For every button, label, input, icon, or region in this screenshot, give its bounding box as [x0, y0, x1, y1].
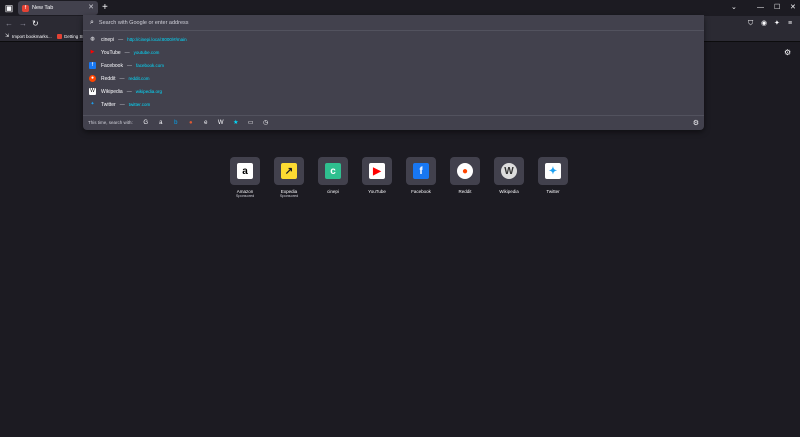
suggestion-url: youtube.com	[133, 50, 160, 55]
menu-icon[interactable]: ≡	[788, 19, 792, 29]
tab-strip: ▣ f New Tab ✕ + ⌄ — ☐ ✕	[0, 0, 800, 16]
search-input[interactable]	[98, 19, 499, 26]
topsite-label: cinepi	[327, 189, 339, 194]
bing-icon[interactable]: b	[172, 119, 180, 127]
suggestion-url: twitter.com	[128, 102, 151, 107]
suggestion-url: facebook.com	[135, 63, 164, 68]
topsite-twitter[interactable]: ✦ Twitter	[538, 157, 568, 201]
firefox-icon: f	[22, 4, 29, 12]
urlbar-panel: ⌕ ◍ cinepi — http://cinepi.local:8000/#/…	[83, 15, 704, 130]
topsite-label: Twitter	[546, 189, 560, 194]
separator: —	[118, 36, 124, 43]
tabs-icon[interactable]: ▭	[247, 119, 255, 127]
sponsored-label: Sponsored	[235, 194, 255, 198]
ebay-icon[interactable]: e	[202, 119, 210, 127]
separator: —	[126, 88, 132, 95]
reddit-icon: ●	[89, 75, 96, 82]
suggestion-row[interactable]: ◍ cinepi — http://cinepi.local:8000/#/ma…	[83, 33, 704, 46]
topsite-expedia[interactable]: ↗ Expedia Sponsored	[274, 157, 304, 201]
urlbar[interactable]: ⌕	[83, 15, 704, 31]
search-icon: ⌕	[90, 18, 94, 26]
suggestion-title: Twitter	[101, 101, 116, 108]
facebook-icon: f	[89, 62, 96, 69]
search-engines-row: This time, search with: G a b ● e W ★ ▭ …	[83, 115, 704, 129]
twitter-icon: ✦	[545, 163, 561, 179]
amazon-icon: a	[237, 163, 253, 179]
wikipedia-icon: W	[501, 163, 517, 179]
suggestion-row[interactable]: f Facebook — facebook.com	[83, 59, 704, 72]
suggestion-row[interactable]: W Wikipedia — wikipedia.org	[83, 85, 704, 98]
reddit-icon: ●	[457, 163, 473, 179]
facebook-icon: f	[413, 163, 429, 179]
history-icon[interactable]: ◷	[262, 119, 270, 127]
import-icon: ⇲	[5, 33, 10, 39]
list-all-tabs-icon[interactable]: ▣	[3, 2, 15, 14]
sponsored-label: Sponsored	[279, 194, 299, 198]
topsite-cinepi[interactable]: c cinepi	[318, 157, 348, 201]
twitter-icon: ✦	[90, 101, 95, 107]
cinepi-icon: c	[325, 163, 341, 179]
separator: —	[126, 62, 132, 69]
extensions-icon[interactable]: ✦	[774, 19, 780, 29]
topsite-reddit[interactable]: ● Reddit	[450, 157, 480, 201]
separator: —	[119, 101, 125, 108]
topsite-label: Facebook	[411, 189, 431, 194]
newtab-settings-icon[interactable]: ⚙	[784, 48, 791, 57]
suggestion-title: Facebook	[101, 62, 123, 69]
google-icon[interactable]: G	[142, 119, 150, 127]
bookmarks-star-icon[interactable]: ★	[232, 119, 240, 127]
separator: —	[119, 75, 125, 82]
suggestion-row[interactable]: ✦ Twitter — twitter.com	[83, 98, 704, 111]
amazon-icon[interactable]: a	[157, 119, 165, 127]
top-sites: a Amazon Sponsored ↗ Expedia Sponsored c…	[230, 157, 580, 207]
globe-icon: ◍	[90, 36, 95, 42]
topsite-amazon[interactable]: a Amazon Sponsored	[230, 157, 260, 201]
suggestion-url: wikipedia.org	[135, 89, 162, 94]
suggestion-row[interactable]: ▶ YouTube — youtube.com	[83, 46, 704, 59]
chevron-down-icon[interactable]: ⌄	[731, 2, 737, 14]
duckduckgo-icon[interactable]: ●	[187, 119, 195, 127]
suggestion-title: Reddit	[101, 75, 116, 82]
suggestion-title: YouTube	[101, 49, 121, 56]
new-tab-button[interactable]: +	[102, 2, 108, 14]
separator: —	[124, 49, 130, 56]
pocket-icon[interactable]: ⛉	[748, 19, 753, 29]
bookmark-label: Import bookmarks...	[12, 34, 52, 39]
back-button[interactable]: ←	[5, 18, 13, 30]
firefox-icon	[56, 34, 62, 39]
search-settings-icon[interactable]: ⚙	[693, 119, 699, 127]
suggestion-title: Wikipedia	[101, 88, 123, 95]
topsite-youtube[interactable]: ▶ YouTube	[362, 157, 392, 201]
engines-label: This time, search with:	[88, 120, 133, 125]
topsite-label: Wikipedia	[499, 189, 519, 194]
topsite-label: Reddit	[458, 189, 472, 194]
suggestion-url: reddit.com	[128, 76, 150, 81]
expedia-icon: ↗	[281, 163, 297, 179]
wikipedia-icon[interactable]: W	[217, 119, 225, 127]
youtube-icon: ▶	[90, 49, 95, 55]
tab-label: New Tab	[32, 5, 54, 11]
bookmark-import[interactable]: ⇲ Import bookmarks...	[5, 33, 52, 40]
suggestion-title: cinepi	[101, 36, 115, 43]
account-icon[interactable]: ◉	[761, 19, 767, 29]
close-window-button[interactable]: ✕	[790, 2, 796, 14]
youtube-icon: ▶	[369, 163, 385, 179]
suggestion-row[interactable]: ● Reddit — reddit.com	[83, 72, 704, 85]
topsite-label: YouTube	[368, 189, 386, 194]
suggestion-url: http://cinepi.local:8000/#/main	[127, 37, 187, 42]
maximize-button[interactable]: ☐	[774, 2, 780, 14]
forward-button[interactable]: →	[19, 18, 27, 30]
reload-button[interactable]: ↻	[32, 18, 39, 30]
topsite-wikipedia[interactable]: W Wikipedia	[494, 157, 524, 201]
tab-new-tab[interactable]: f New Tab ✕	[18, 1, 98, 15]
minimize-button[interactable]: —	[757, 2, 764, 14]
topsite-facebook[interactable]: f Facebook	[406, 157, 436, 201]
close-tab-icon[interactable]: ✕	[88, 3, 94, 11]
wikipedia-icon: W	[89, 88, 96, 95]
